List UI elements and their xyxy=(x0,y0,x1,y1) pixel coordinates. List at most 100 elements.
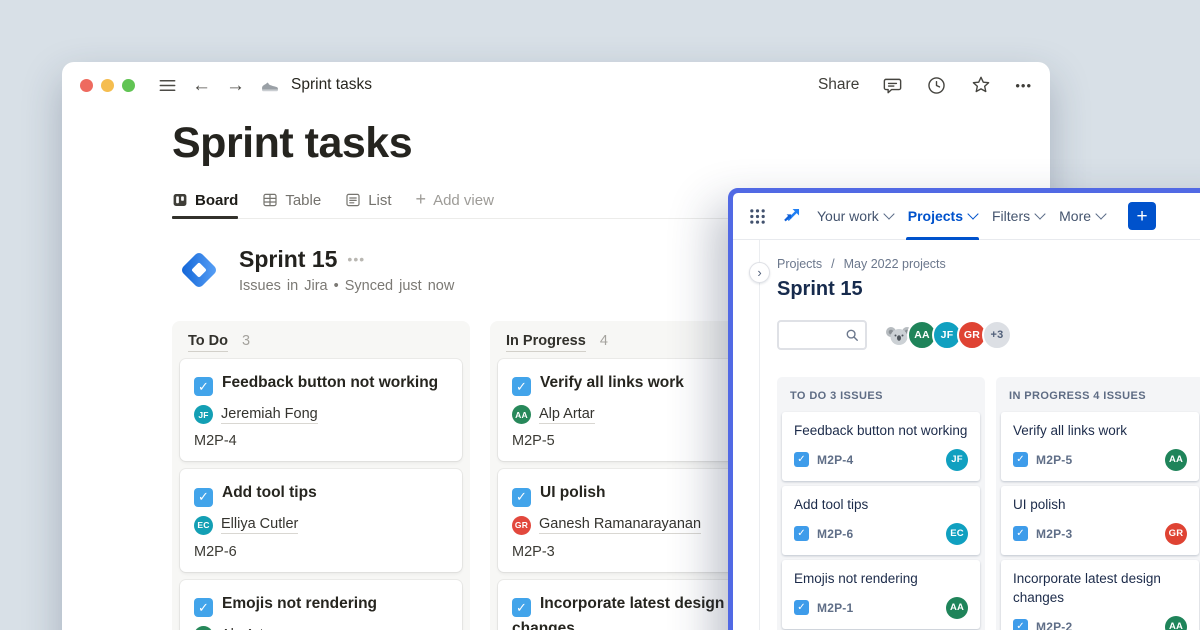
collection-menu-icon[interactable]: ••• xyxy=(347,251,365,267)
task-title: Feedback button not working xyxy=(222,374,438,391)
task-title: Add tool tips xyxy=(222,484,317,501)
comments-icon[interactable] xyxy=(882,75,903,96)
column-header: IN PROGRESS 4 ISSUES xyxy=(1001,377,1199,412)
minimize-window-button[interactable] xyxy=(101,79,114,92)
breadcrumb-projects[interactable]: Projects xyxy=(777,257,822,271)
issue-key[interactable]: M2P-5 xyxy=(1036,453,1072,467)
issue-key[interactable]: M2P-4 xyxy=(817,453,853,467)
checkbox-icon[interactable]: ✓ xyxy=(512,377,531,396)
issue-avatar[interactable]: AA xyxy=(946,597,968,619)
avatar: AA xyxy=(194,626,213,630)
tab-table[interactable]: Table xyxy=(262,192,321,218)
tab-table-label: Table xyxy=(285,192,321,209)
issue-card[interactable]: UI polish ✓ M2P-3 GR xyxy=(1001,486,1199,555)
assignee-link[interactable]: Alp Artar xyxy=(539,406,595,424)
issue-checkbox-icon: ✓ xyxy=(794,452,809,467)
more-icon[interactable]: ••• xyxy=(1015,78,1032,93)
nav-filters[interactable]: Filters xyxy=(992,193,1044,240)
issue-key[interactable]: M2P-1 xyxy=(817,601,853,615)
assignee-link[interactable]: Jeremiah Fong xyxy=(221,406,318,424)
jira-column-inprogress: IN PROGRESS 4 ISSUES Verify all links wo… xyxy=(996,377,1200,630)
page-title: Sprint tasks xyxy=(172,118,1050,170)
assignee-link[interactable]: Elliya Cutler xyxy=(221,516,298,534)
issue-avatar[interactable]: AA xyxy=(1165,616,1187,630)
issue-avatar[interactable]: GR xyxy=(1165,523,1187,545)
clock-icon[interactable] xyxy=(926,75,947,96)
board-view-icon xyxy=(172,192,188,208)
board-search xyxy=(777,320,867,350)
star-icon[interactable] xyxy=(970,74,992,96)
issue-avatar[interactable]: EC xyxy=(946,523,968,545)
task-title: Verify all links work xyxy=(540,374,684,391)
task-card[interactable]: ✓ Emojis not rendering AA Alp Artar xyxy=(180,580,462,630)
task-card[interactable]: ✓Feedback button not working JFJeremiah … xyxy=(180,359,462,462)
issue-card[interactable]: Feedback button not working ✓ M2P-4 JF xyxy=(782,412,980,481)
nav-your-work[interactable]: Your work xyxy=(817,193,893,240)
task-title: Emojis not rendering xyxy=(222,595,377,612)
menu-icon[interactable] xyxy=(158,76,177,95)
avatar: AA xyxy=(512,405,531,424)
task-card[interactable]: ✓Add tool tips ECElliya Cutler M2P-6 xyxy=(180,469,462,572)
column-header: TO DO 3 ISSUES xyxy=(782,377,980,412)
jira-window: Your work Projects Filters More + › Proj… xyxy=(728,188,1200,630)
close-window-button[interactable] xyxy=(80,79,93,92)
jira-logo-icon[interactable] xyxy=(781,206,802,227)
back-icon[interactable]: ← xyxy=(192,76,211,95)
list-view-icon xyxy=(345,192,361,208)
expand-sidebar-button[interactable]: › xyxy=(749,262,770,283)
app-switcher-icon[interactable] xyxy=(749,208,766,225)
column-name[interactable]: In Progress xyxy=(506,333,586,352)
issue-title: Incorporate latest design changes xyxy=(1013,570,1187,608)
issue-checkbox-icon: ✓ xyxy=(1013,526,1028,541)
nav-more[interactable]: More xyxy=(1059,193,1105,240)
avatar: GR xyxy=(512,516,531,535)
sneaker-icon xyxy=(260,75,280,95)
nav-projects[interactable]: Projects xyxy=(908,193,977,240)
column-count: 3 xyxy=(242,333,250,349)
nav-filters-label: Filters xyxy=(992,208,1030,224)
issue-card[interactable]: Add tool tips ✓ M2P-6 EC xyxy=(782,486,980,555)
checkbox-icon[interactable]: ✓ xyxy=(194,488,213,507)
board-toolbar: AA JF GR +3 xyxy=(777,320,1200,350)
issue-card[interactable]: Emojis not rendering ✓ M2P-1 AA xyxy=(782,560,980,629)
titlebar-title: Sprint tasks xyxy=(291,76,372,94)
issue-card[interactable]: Incorporate latest design changes ✓ M2P-… xyxy=(1001,560,1199,630)
breadcrumb-may-2022-projects[interactable]: May 2022 projects xyxy=(844,257,946,271)
tab-list[interactable]: List xyxy=(345,192,391,218)
assignee-link[interactable]: Ganesh Ramanarayanan xyxy=(539,516,701,534)
issue-key[interactable]: M2P-6 xyxy=(817,527,853,541)
issue-key[interactable]: M2P-3 xyxy=(1036,527,1072,541)
jira-diamond-icon xyxy=(172,243,226,297)
issue-avatar[interactable]: JF xyxy=(946,449,968,471)
add-view-button[interactable]: + Add view xyxy=(416,192,494,218)
collection-subtitle: Issues in Jira • Synced just now xyxy=(239,278,454,294)
jira-column-todo: TO DO 3 ISSUES Feedback button not worki… xyxy=(777,377,985,630)
column-name[interactable]: To Do xyxy=(188,333,228,352)
zoom-window-button[interactable] xyxy=(122,79,135,92)
nav-your-work-label: Your work xyxy=(817,208,879,224)
tab-board[interactable]: Board xyxy=(172,192,238,218)
assignee-link[interactable]: Alp Artar xyxy=(221,627,277,630)
nav-projects-label: Projects xyxy=(908,208,963,224)
sidebar-rail xyxy=(759,240,760,630)
share-button[interactable]: Share xyxy=(818,76,859,94)
create-button[interactable]: + xyxy=(1128,202,1156,230)
desktop-background: ← → Sprint tasks Share ••• Spri xyxy=(0,0,1200,630)
breadcrumb: Projects / May 2022 projects xyxy=(777,257,1200,271)
issue-avatar[interactable]: AA xyxy=(1165,449,1187,471)
forward-icon[interactable]: → xyxy=(226,76,245,95)
nav-more-label: More xyxy=(1059,208,1091,224)
issue-title: Verify all links work xyxy=(1013,422,1187,441)
avatar-overflow[interactable]: +3 xyxy=(982,320,1012,350)
issue-card[interactable]: Verify all links work ✓ M2P-5 AA xyxy=(1001,412,1199,481)
issue-key[interactable]: M2P-2 xyxy=(1036,620,1072,630)
checkbox-icon[interactable]: ✓ xyxy=(512,598,531,617)
add-view-label: Add view xyxy=(433,192,494,209)
column-count: 4 xyxy=(600,333,608,349)
checkbox-icon[interactable]: ✓ xyxy=(194,598,213,617)
checkbox-icon[interactable]: ✓ xyxy=(194,377,213,396)
task-id: M2P-4 xyxy=(194,433,448,449)
issue-checkbox-icon: ✓ xyxy=(1013,452,1028,467)
chevron-down-icon xyxy=(1034,208,1045,219)
checkbox-icon[interactable]: ✓ xyxy=(512,488,531,507)
